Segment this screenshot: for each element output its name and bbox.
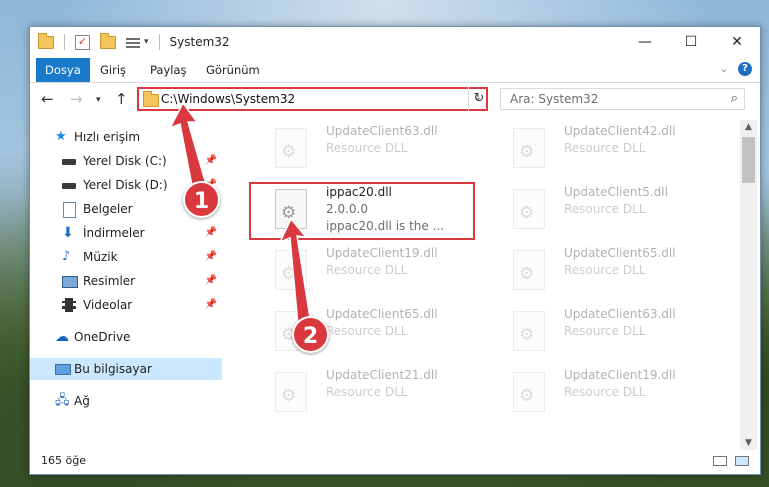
callout-arrows <box>168 101 311 327</box>
step-callout-two: 2 <box>292 316 329 353</box>
arrow-two <box>278 217 311 327</box>
step-callout-one: 1 <box>183 181 220 218</box>
